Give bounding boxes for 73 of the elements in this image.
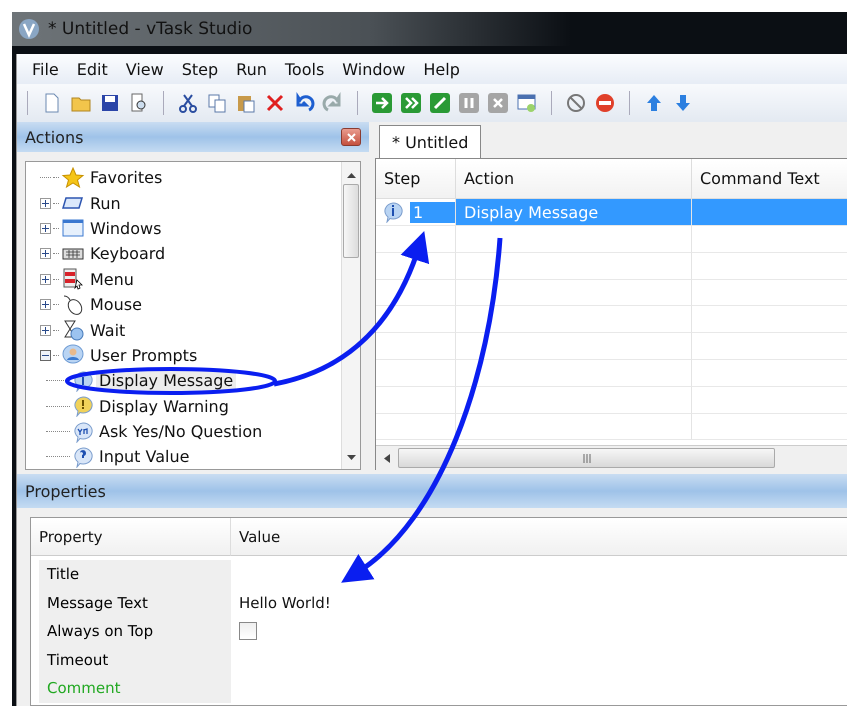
- tree-item[interactable]: Menu: [87, 268, 137, 290]
- command-category[interactable]: Run: [227, 60, 276, 78]
- info-bubble-icon: [382, 201, 404, 223]
- property-name: Comment: [39, 674, 231, 702]
- column-header[interactable]: Property: [31, 518, 231, 556]
- tree-item[interactable]: Favorites: [87, 167, 166, 188]
- property-name: Always on Top: [39, 617, 231, 646]
- info-bubble-icon: [72, 370, 94, 392]
- app-logo-icon: [18, 18, 40, 40]
- command-category[interactable]: View: [116, 60, 173, 78]
- checkbox[interactable]: [239, 622, 257, 640]
- column-header[interactable]: Action: [456, 159, 692, 199]
- star-icon: [61, 166, 85, 189]
- window-check-icon[interactable]: [516, 92, 538, 114]
- close-icon: [346, 132, 356, 142]
- command-category[interactable]: Window: [333, 60, 414, 78]
- question-bubble-icon: [72, 446, 94, 468]
- expand-icon[interactable]: [40, 324, 51, 336]
- command-category[interactable]: Step: [172, 60, 228, 78]
- expand-icon[interactable]: [40, 222, 51, 234]
- command-category[interactable]: Help: [414, 60, 469, 78]
- tree-item[interactable]: Run: [87, 192, 124, 214]
- expand-icon[interactable]: [40, 299, 51, 310]
- table-cell: 1: [410, 202, 455, 222]
- panel-title: Properties: [25, 482, 106, 500]
- tree-item[interactable]: Windows: [87, 218, 164, 239]
- property-value[interactable]: Hello World!: [231, 588, 847, 617]
- expand-icon[interactable]: [40, 198, 51, 209]
- command-category[interactable]: Edit: [68, 60, 117, 78]
- tree-item[interactable]: Ask Yes/No Question: [96, 421, 266, 442]
- delete-icon[interactable]: [264, 92, 286, 114]
- property-name: Message Text: [39, 588, 231, 617]
- tree-item[interactable]: Keyboard: [87, 243, 168, 264]
- cut-icon[interactable]: [177, 92, 199, 114]
- tree-item[interactable]: Mouse: [87, 294, 145, 316]
- window-title: * Untitled - vTask Studio: [48, 19, 252, 39]
- horizontal-scrollbar[interactable]: [376, 445, 847, 470]
- document-tab[interactable]: * Untitled: [379, 125, 482, 158]
- grip-icon: [582, 454, 592, 462]
- vertical-scrollbar[interactable]: [341, 162, 360, 469]
- copy-icon[interactable]: [206, 92, 228, 114]
- table-cell: Display Message: [456, 199, 692, 226]
- mouse-icon: [61, 294, 85, 316]
- collapse-icon[interactable]: [40, 350, 51, 361]
- scroll-up-icon[interactable]: [346, 172, 356, 178]
- save-icon[interactable]: [99, 92, 121, 114]
- expand-icon[interactable]: [40, 274, 51, 285]
- tree-item[interactable]: Display Warning: [96, 396, 232, 417]
- tree-item[interactable]: Input Value: [96, 446, 192, 468]
- no-entry-icon[interactable]: [594, 92, 616, 114]
- property-name: Title: [39, 560, 231, 588]
- scroll-down-icon[interactable]: [346, 455, 356, 461]
- step-icon[interactable]: [400, 92, 422, 114]
- window-icon: [61, 217, 85, 240]
- menu-icon: [61, 268, 85, 290]
- question-bubble-icon: [72, 420, 94, 443]
- user-bubble-icon: [61, 344, 85, 366]
- column-header[interactable]: Step: [376, 159, 456, 199]
- panel-title: Actions: [25, 128, 84, 146]
- scroll-left-icon[interactable]: [384, 454, 390, 462]
- run-icon[interactable]: [371, 92, 393, 114]
- warning-bubble-icon: [72, 395, 94, 418]
- command-category[interactable]: File: [23, 60, 68, 78]
- close-button[interactable]: [341, 128, 361, 146]
- stop-icon[interactable]: [487, 92, 509, 114]
- command-category[interactable]: Tools: [276, 60, 334, 78]
- tree-item[interactable]: Wait: [87, 320, 128, 341]
- scroll-thumb[interactable]: [343, 184, 359, 258]
- pause-icon[interactable]: [458, 92, 480, 114]
- expand-icon[interactable]: [40, 248, 51, 260]
- property-name: Timeout: [39, 646, 231, 674]
- tree-item[interactable]: User Prompts: [87, 344, 200, 366]
- hourglass-icon: [61, 319, 85, 342]
